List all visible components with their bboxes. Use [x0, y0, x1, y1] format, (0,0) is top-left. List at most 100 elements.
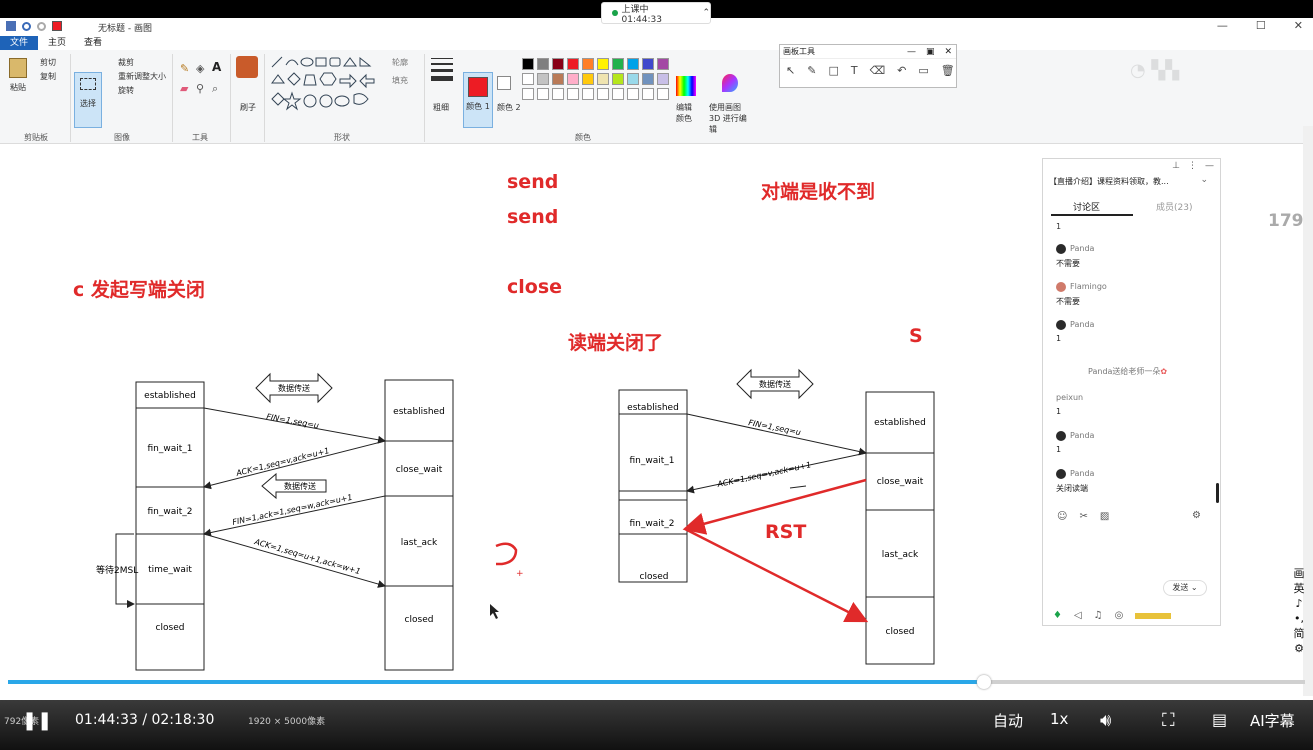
paint3d-icon[interactable] [722, 74, 738, 92]
palette-swatch[interactable] [582, 73, 594, 85]
live-status-pill[interactable]: 上课中 01:44:33 ⌃ [601, 2, 711, 25]
palette-swatch-empty[interactable] [537, 88, 549, 100]
palette-swatch[interactable] [597, 73, 609, 85]
crop-button[interactable]: 裁剪 [118, 57, 134, 68]
screen-tool-icon[interactable]: ▭ [918, 64, 928, 77]
color2-label[interactable]: 颜色 2 [497, 102, 521, 113]
text-tool-icon[interactable]: T [851, 64, 858, 77]
tab-members[interactable]: 成员(23) [1156, 200, 1192, 213]
palette-swatch-empty[interactable] [642, 88, 654, 100]
palette-swatch-empty[interactable] [582, 88, 594, 100]
magnifier-icon[interactable]: ⌕ [212, 82, 218, 96]
text-tool-icon[interactable]: A [212, 60, 221, 74]
side-item[interactable]: ♪ [1286, 596, 1312, 611]
close-icon[interactable]: ✕ [944, 45, 952, 59]
rect-tool-icon[interactable]: □ [828, 64, 838, 77]
color2-swatch[interactable] [497, 76, 511, 90]
palette-swatch[interactable] [627, 58, 639, 70]
trash-tool-icon[interactable]: 🗑︎ [941, 64, 955, 77]
minimize-icon[interactable]: — [1205, 161, 1214, 171]
palette-swatch-empty[interactable] [567, 88, 579, 100]
tab-discussion[interactable]: 讨论区 [1073, 200, 1100, 213]
side-item[interactable]: ⚙ [1286, 641, 1312, 656]
fill-button[interactable]: 填充 [392, 75, 408, 86]
progress-bar[interactable] [8, 675, 1305, 689]
pen-tool-icon[interactable]: ✎ [807, 64, 816, 77]
minimize-icon[interactable]: — [907, 45, 916, 59]
undo-tool-icon[interactable]: ↶ [897, 64, 906, 77]
palette-swatch-empty[interactable] [657, 88, 669, 100]
palette-swatch-empty[interactable] [612, 88, 624, 100]
size-label[interactable]: 粗细 [433, 102, 449, 113]
live-notice[interactable]: 【直播介绍】课程资料领取，教... [1049, 176, 1169, 187]
more-icon[interactable]: ⋮ [1188, 161, 1197, 171]
select-button[interactable]: 选择 [74, 72, 102, 128]
rotate-button[interactable]: 旋转 [118, 85, 134, 96]
settings-icon[interactable]: ⚙ [1192, 510, 1201, 521]
palette-swatch[interactable] [657, 58, 669, 70]
palette-swatch[interactable] [522, 58, 534, 70]
fill-icon[interactable]: ◈ [196, 62, 204, 75]
save-icon[interactable] [6, 21, 16, 31]
side-item[interactable]: 英 [1286, 581, 1312, 596]
palette-swatch[interactable] [642, 58, 654, 70]
close-icon[interactable]: ✕ [1294, 19, 1303, 32]
palette-swatch[interactable] [627, 73, 639, 85]
pencil-icon[interactable]: ✎ [180, 62, 189, 75]
palette-swatch[interactable] [582, 58, 594, 70]
palette-swatch[interactable] [567, 73, 579, 85]
side-item[interactable]: 简 [1286, 626, 1312, 641]
minimize-icon[interactable]: — [1217, 19, 1228, 32]
palette-swatch[interactable] [657, 73, 669, 85]
restore-icon[interactable]: ▣ [926, 45, 935, 59]
color-picker-icon[interactable]: ⚲ [196, 82, 204, 95]
speaker-icon[interactable]: ◁ [1074, 610, 1082, 621]
side-item[interactable]: •, [1286, 611, 1312, 626]
redo-icon[interactable] [37, 21, 46, 31]
side-item[interactable]: 画 [1286, 566, 1312, 581]
chevron-down-icon[interactable]: ⌄ [1200, 175, 1208, 185]
chat-scrollbar[interactable] [1216, 483, 1219, 503]
subtitle-icon[interactable]: ▤ [1212, 710, 1227, 729]
color1-button[interactable]: 颜色 1 [463, 72, 493, 128]
scissors-icon[interactable]: ✂ [1079, 511, 1087, 522]
speed-button[interactable]: 1x [1050, 710, 1068, 728]
edit-colors-icon[interactable] [676, 76, 696, 96]
chevron-up-icon[interactable]: ⌃ [702, 8, 710, 18]
tab-view[interactable]: 查看 [76, 36, 110, 50]
size-icon[interactable] [431, 58, 453, 88]
palette-swatch[interactable] [522, 73, 534, 85]
palette-swatch[interactable] [552, 73, 564, 85]
emoji-icon[interactable]: ☺ [1057, 511, 1067, 522]
image-icon[interactable]: ▨ [1100, 511, 1109, 522]
pause-icon[interactable]: ❚❚ [22, 710, 52, 731]
music-icon[interactable]: ♫ [1094, 610, 1103, 621]
shapes-gallery[interactable] [270, 55, 380, 115]
quality-auto[interactable]: 自动 [993, 710, 1023, 731]
tab-file[interactable]: 文件 [0, 36, 38, 50]
resize-button[interactable]: 重新调整大小 [118, 71, 166, 82]
palette-swatch-empty[interactable] [597, 88, 609, 100]
location-icon[interactable]: ◎ [1115, 610, 1124, 621]
maximize-icon[interactable]: ☐ [1256, 19, 1266, 32]
palette-swatch[interactable] [567, 58, 579, 70]
palette-swatch[interactable] [537, 73, 549, 85]
palette-swatch[interactable] [537, 58, 549, 70]
outline-button[interactable]: 轮廓 [392, 57, 408, 68]
video-player[interactable]: 无标题 - 画图 — ☐ ✕ 文件 主页 查看 粘贴 剪切 复制 剪贴板 选择 [0, 0, 1313, 750]
palette-swatch-empty[interactable] [627, 88, 639, 100]
palette-swatch[interactable] [612, 73, 624, 85]
mic-icon[interactable]: ♦ [1053, 610, 1062, 621]
pointer-tool-icon[interactable]: ↖ [786, 64, 795, 77]
eraser-icon[interactable]: ▰ [180, 82, 188, 95]
ai-subtitle-button[interactable]: AI字幕 [1250, 710, 1295, 731]
brush-label[interactable]: 刷子 [240, 102, 256, 113]
paste-icon[interactable] [9, 58, 27, 78]
tab-home[interactable]: 主页 [40, 36, 74, 50]
pin-icon[interactable]: ⊥ [1172, 161, 1180, 171]
volume-icon[interactable]: 🔊︎ [1100, 710, 1111, 731]
palette-swatch-empty[interactable] [552, 88, 564, 100]
send-button[interactable]: 发送 ⌄ [1163, 580, 1207, 596]
brush-icon[interactable] [236, 56, 258, 78]
palette-swatch[interactable] [612, 58, 624, 70]
